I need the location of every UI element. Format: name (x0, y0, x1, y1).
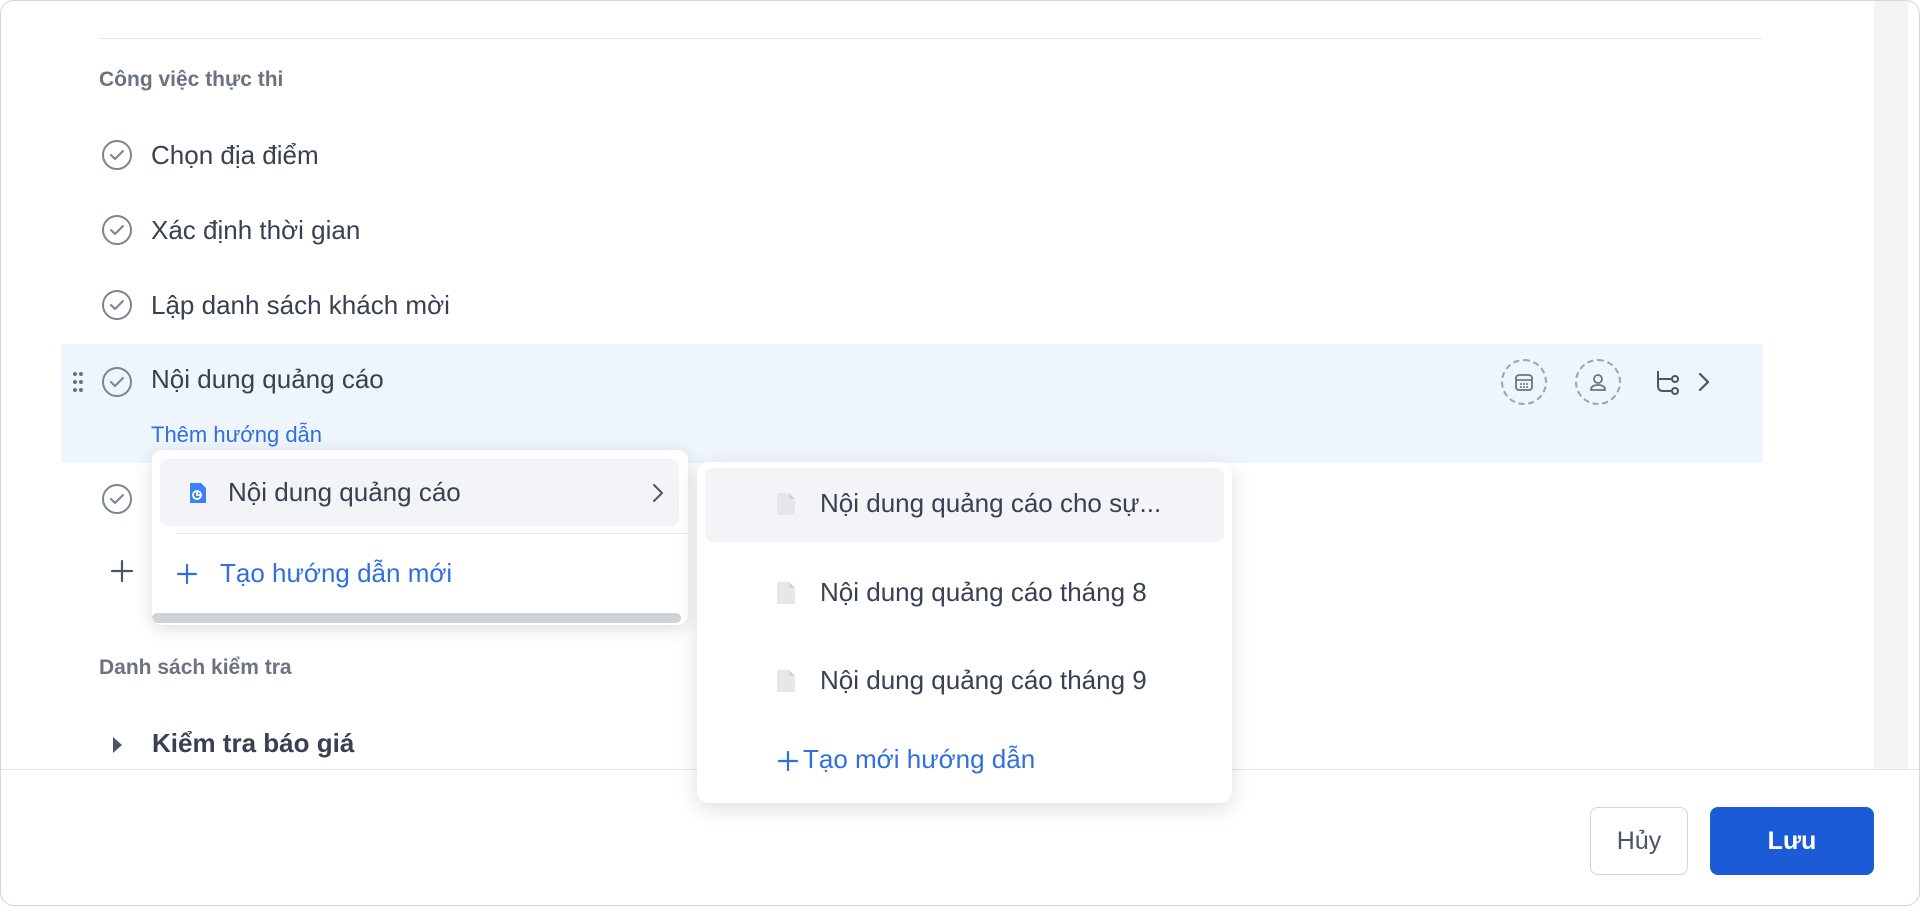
dropdown-scrollbar[interactable] (152, 613, 681, 623)
task-row[interactable]: Xác định thời gian (61, 193, 1763, 268)
user-icon (1590, 374, 1606, 391)
divider (99, 38, 1762, 39)
check-circle-icon[interactable] (101, 289, 133, 321)
due-date-button[interactable] (1501, 359, 1547, 405)
submenu-item-label: Nội dung quảng cáo tháng 8 (820, 577, 1147, 607)
task-row-active[interactable]: Nội dung quảng cáo Thêm hướng dẫn (61, 344, 1763, 463)
subtask-icon[interactable] (1653, 367, 1683, 397)
check-circle-icon[interactable] (101, 214, 133, 246)
guide-submenu: Nội dung quảng cáo cho sự... Nội dung qu… (697, 462, 1232, 803)
guide-menu-item[interactable]: Nội dung quảng cáo (160, 459, 679, 526)
checklist-label[interactable]: Kiểm tra báo giá (152, 728, 354, 759)
cancel-button[interactable]: Hủy (1590, 807, 1688, 875)
submenu-item[interactable]: Nội dung quảng cáo cho sự... (705, 468, 1224, 542)
task-row[interactable]: Chọn địa điểm (61, 118, 1763, 193)
document-icon (777, 493, 795, 515)
check-circle-icon[interactable] (101, 483, 133, 515)
chevron-right-icon (653, 484, 663, 502)
document-icon (190, 483, 206, 503)
task-row[interactable]: Lập danh sách khách mời (61, 268, 1763, 343)
chevron-right-icon[interactable] (1693, 369, 1715, 395)
scrollbar-track[interactable] (1874, 1, 1908, 769)
submenu-item[interactable]: Nội dung quảng cáo tháng 8 (705, 557, 1224, 631)
task-label[interactable]: Nội dung quảng cáo (151, 364, 384, 395)
divider (176, 533, 688, 534)
check-circle-icon[interactable] (101, 139, 133, 171)
section-label-execution: Công việc thực thi (99, 68, 284, 91)
guide-dropdown: Nội dung quảng cáo Tạo hướng dẫn mới (152, 450, 688, 625)
plus-icon (176, 563, 198, 585)
create-guide-label: Tạo hướng dẫn mới (220, 558, 453, 588)
add-guide-link[interactable]: Thêm hướng dẫn (151, 422, 322, 448)
save-button[interactable]: Lưu (1710, 807, 1874, 875)
submenu-item-label: Nội dung quảng cáo cho sự... (820, 488, 1162, 518)
submenu-item[interactable]: Nội dung quảng cáo tháng 9 (705, 645, 1224, 719)
document-icon (777, 582, 795, 604)
check-circle-icon[interactable] (101, 366, 133, 398)
add-task-plus-icon[interactable] (109, 558, 135, 584)
caret-right-icon[interactable] (113, 737, 122, 753)
guide-menu-label: Nội dung quảng cáo (228, 477, 461, 507)
task-label[interactable]: Chọn địa điểm (151, 140, 319, 171)
form-frame: Công việc thực thi Chọn địa điểm Xác địn… (0, 0, 1920, 906)
create-new-guide-label: Tạo mới hướng dẫn (803, 744, 1036, 774)
drag-handle-icon[interactable] (71, 370, 85, 394)
submenu-item-label: Nội dung quảng cáo tháng 9 (820, 665, 1147, 695)
assignee-button[interactable] (1575, 359, 1621, 405)
section-label-checklist: Danh sách kiểm tra (99, 656, 292, 679)
task-label[interactable]: Lập danh sách khách mời (151, 290, 450, 321)
document-icon (777, 670, 795, 692)
plus-icon (777, 750, 799, 772)
calendar-icon (1515, 374, 1533, 391)
task-label[interactable]: Xác định thời gian (151, 215, 360, 246)
